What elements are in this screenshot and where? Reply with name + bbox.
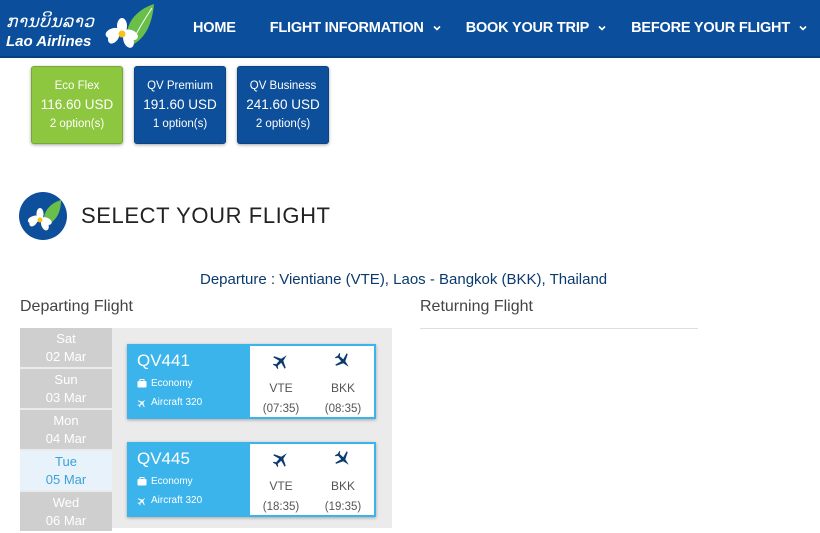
date-day: Sun xyxy=(54,372,78,387)
flight-card-qv441[interactable]: QV441 Economy Aircraft 320 VTE (07:35) B… xyxy=(127,344,376,419)
cabin-class-label: Economy xyxy=(151,476,193,487)
nav-book-your-trip[interactable]: BOOK YOUR TRIP xyxy=(454,20,619,36)
flower-badge-icon xyxy=(19,192,67,240)
fare-name: Eco Flex xyxy=(54,80,100,92)
fare-eco-flex[interactable]: Eco Flex 116.60 USD 2 option(s) xyxy=(31,66,123,144)
cabin-class: Economy xyxy=(137,476,193,487)
date-day: Tue xyxy=(55,454,77,469)
airplane-icon xyxy=(137,399,146,408)
arrival-time: (19:35) xyxy=(324,501,362,513)
date-tab-wed[interactable]: Wed 06 Mar xyxy=(20,492,112,531)
fare-options-count: 2 option(s) xyxy=(255,118,311,130)
arrival-plane-icon xyxy=(334,352,349,367)
fare-name: QV Premium xyxy=(147,80,213,92)
cabin-class-label: Economy xyxy=(151,378,193,389)
aircraft-type: Aircraft 320 xyxy=(137,397,202,408)
departure-airport: VTE xyxy=(269,381,293,395)
page-title: SELECT YOUR FLIGHT xyxy=(81,203,331,228)
chevron-down-icon xyxy=(799,25,807,31)
aircraft-type: Aircraft 320 xyxy=(137,495,202,506)
departure-column: VTE (07:35) xyxy=(250,346,312,417)
date-value: 03 Mar xyxy=(45,390,87,405)
chevron-down-icon xyxy=(433,25,441,31)
arrival-plane-icon xyxy=(334,450,349,465)
fare-qv-premium[interactable]: QV Premium 191.60 USD 1 option(s) xyxy=(134,66,226,144)
date-day: Sat xyxy=(56,331,76,346)
top-navigation-bar: ການບິນລາວ Lao Airlines HOME FLIGHT INFOR… xyxy=(0,0,820,58)
aircraft-label: Aircraft 320 xyxy=(151,495,203,506)
arrival-time: (08:35) xyxy=(324,403,362,415)
logo-script-text: ການບິນລາວ xyxy=(6,12,95,32)
date-tab-mon[interactable]: Mon 04 Mar xyxy=(20,410,112,449)
date-value: 02 Mar xyxy=(45,349,87,364)
date-day: Mon xyxy=(53,413,79,428)
logo-name-text: Lao Airlines xyxy=(6,33,92,50)
route-summary: Departure : Vientiane (VTE), Laos - Bang… xyxy=(200,271,608,288)
date-selector: Sat 02 Mar Sun 03 Mar Mon 04 Mar Tue 05 … xyxy=(20,328,112,533)
fare-qv-business[interactable]: QV Business 241.60 USD 2 option(s) xyxy=(237,66,329,144)
departure-column: VTE (18:35) xyxy=(250,444,312,515)
date-value: 06 Mar xyxy=(45,513,87,528)
main-nav: HOME FLIGHT INFORMATION BOOK YOUR TRIP B… xyxy=(181,0,820,56)
champa-flower-icon xyxy=(105,4,154,48)
fare-options-count: 2 option(s) xyxy=(49,118,105,130)
departure-time: (18:35) xyxy=(262,501,300,513)
flight-times: VTE (18:35) BKK (19:35) xyxy=(250,444,374,515)
date-value: 05 Mar xyxy=(45,472,87,487)
returning-flight-heading: Returning Flight xyxy=(420,298,533,315)
nav-flight-information-label: FLIGHT INFORMATION xyxy=(269,20,424,36)
date-value: 04 Mar xyxy=(45,431,87,446)
cabin-class: Economy xyxy=(137,378,193,389)
departure-airport: VTE xyxy=(269,479,293,493)
lao-airlines-logo[interactable]: ການບິນລາວ Lao Airlines xyxy=(4,2,154,56)
departure-time: (07:35) xyxy=(262,403,300,415)
chevron-down-icon xyxy=(598,25,606,31)
departing-flight-heading: Departing Flight xyxy=(20,298,133,315)
arrival-column: BKK (08:35) xyxy=(312,346,374,417)
divider xyxy=(420,328,698,329)
arrival-column: BKK (19:35) xyxy=(312,444,374,515)
nav-book-your-trip-label: BOOK YOUR TRIP xyxy=(465,20,590,36)
flight-times: VTE (07:35) BKK (08:35) xyxy=(250,346,374,417)
fare-price: 191.60 USD xyxy=(143,97,217,112)
date-tab-tue-selected[interactable]: Tue 05 Mar xyxy=(20,451,112,490)
nav-home-label: HOME xyxy=(193,20,236,36)
briefcase-icon xyxy=(137,379,147,388)
nav-home[interactable]: HOME xyxy=(181,20,258,36)
fare-options-count: 1 option(s) xyxy=(152,118,208,130)
aircraft-label: Aircraft 320 xyxy=(151,397,203,408)
nav-before-your-flight[interactable]: BEFORE YOUR FLIGHT xyxy=(619,20,820,36)
departure-plane-icon xyxy=(272,355,287,370)
departure-plane-icon xyxy=(272,453,287,468)
fare-name: QV Business xyxy=(249,80,317,92)
flight-code: QV445 xyxy=(137,449,190,468)
date-tab-sat[interactable]: Sat 02 Mar xyxy=(20,328,112,367)
arrival-airport: BKK xyxy=(330,479,355,493)
nav-flight-information[interactable]: FLIGHT INFORMATION xyxy=(258,20,454,36)
fare-price: 241.60 USD xyxy=(246,97,320,112)
flight-code: QV441 xyxy=(137,351,190,370)
fare-price: 116.60 USD xyxy=(40,97,114,112)
arrival-airport: BKK xyxy=(330,381,355,395)
fare-options: Eco Flex 116.60 USD 2 option(s) QV Premi… xyxy=(31,66,329,144)
flight-card-qv445[interactable]: QV445 Economy Aircraft 320 VTE (18:35) B… xyxy=(127,442,376,517)
airplane-icon xyxy=(137,497,146,506)
date-tab-sun[interactable]: Sun 03 Mar xyxy=(20,369,112,408)
date-day: Wed xyxy=(52,495,80,510)
briefcase-icon xyxy=(137,477,147,486)
nav-before-your-flight-label: BEFORE YOUR FLIGHT xyxy=(631,20,790,36)
